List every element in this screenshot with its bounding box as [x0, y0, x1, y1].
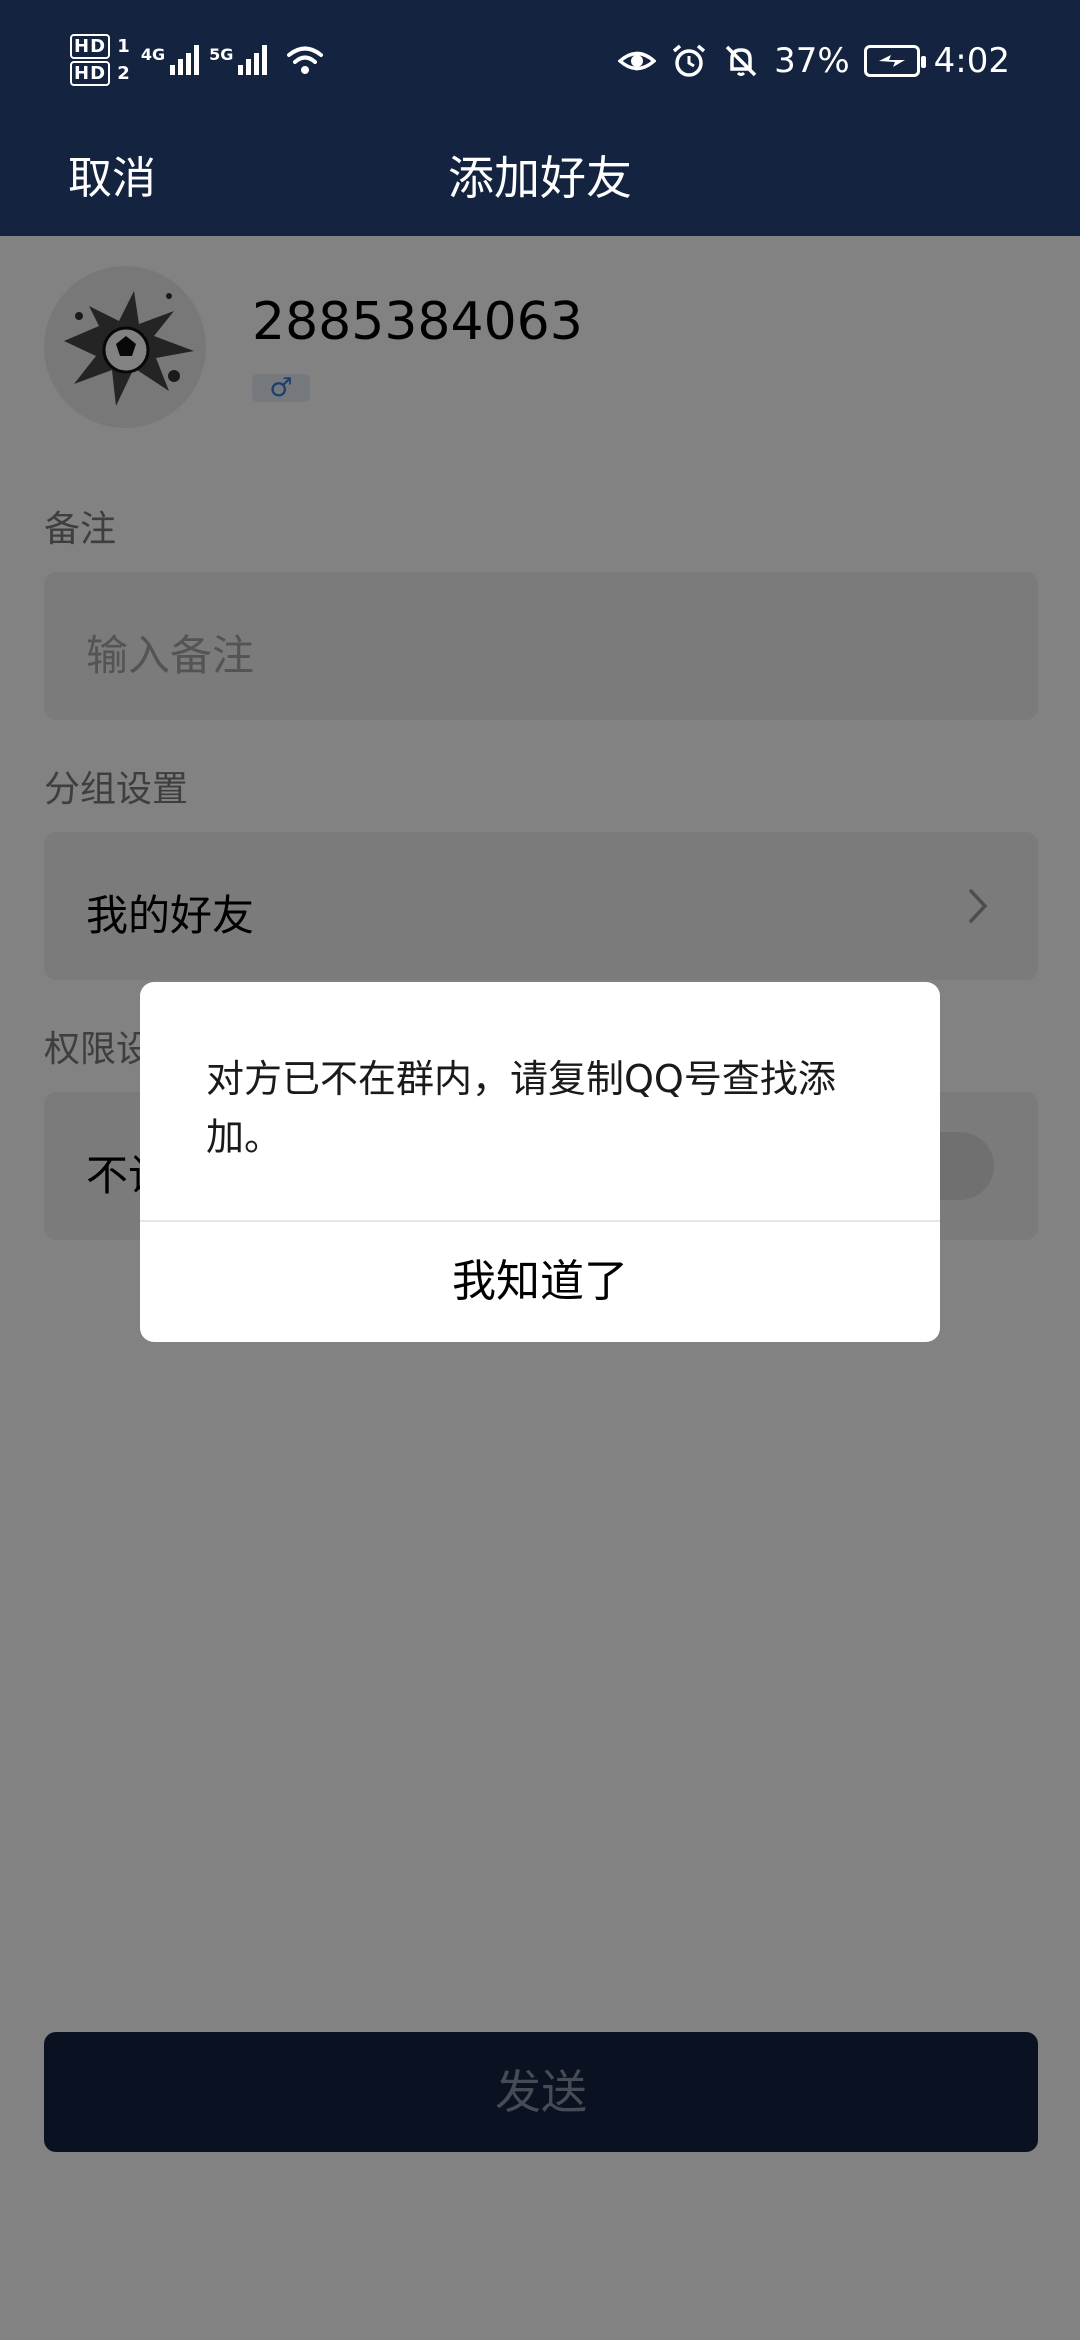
battery-charging-icon: [863, 45, 926, 77]
status-right: 37% 4:02: [618, 34, 1010, 88]
hd-1-indicator: HD 1: [70, 34, 131, 59]
alarm-icon: [672, 44, 706, 77]
signal-icon: 4G: [140, 45, 200, 75]
hd-indicators: HD 1 HD 2: [70, 34, 131, 86]
dialog-message: 对方已不在群内，请复制QQ号查找添加。: [206, 1057, 836, 1159]
network-type-1: 4G: [140, 45, 166, 64]
status-left: HD 1 HD 2 4G 5G: [70, 30, 325, 90]
status-bar: HD 1 HD 2 4G 5G 37% 4:02: [0, 0, 1080, 118]
page-title: 添加好友: [448, 151, 632, 205]
battery-percent: 37%: [774, 41, 850, 81]
clock-time: 4:02: [933, 41, 1010, 81]
eye-icon: [618, 51, 657, 71]
top-app-bar: 取消 添加好友: [0, 118, 1080, 236]
wifi-icon: [287, 46, 324, 74]
mute-bell-icon: [725, 45, 757, 77]
dialog-ok-button[interactable]: 我知道了: [140, 1222, 940, 1342]
network-type-2: 5G: [209, 45, 234, 64]
alert-dialog: 对方已不在群内，请复制QQ号查找添加。 我知道了: [140, 982, 940, 1342]
hd-2-indicator: HD 2: [70, 61, 131, 86]
signal-icon-2: 5G: [209, 45, 268, 75]
